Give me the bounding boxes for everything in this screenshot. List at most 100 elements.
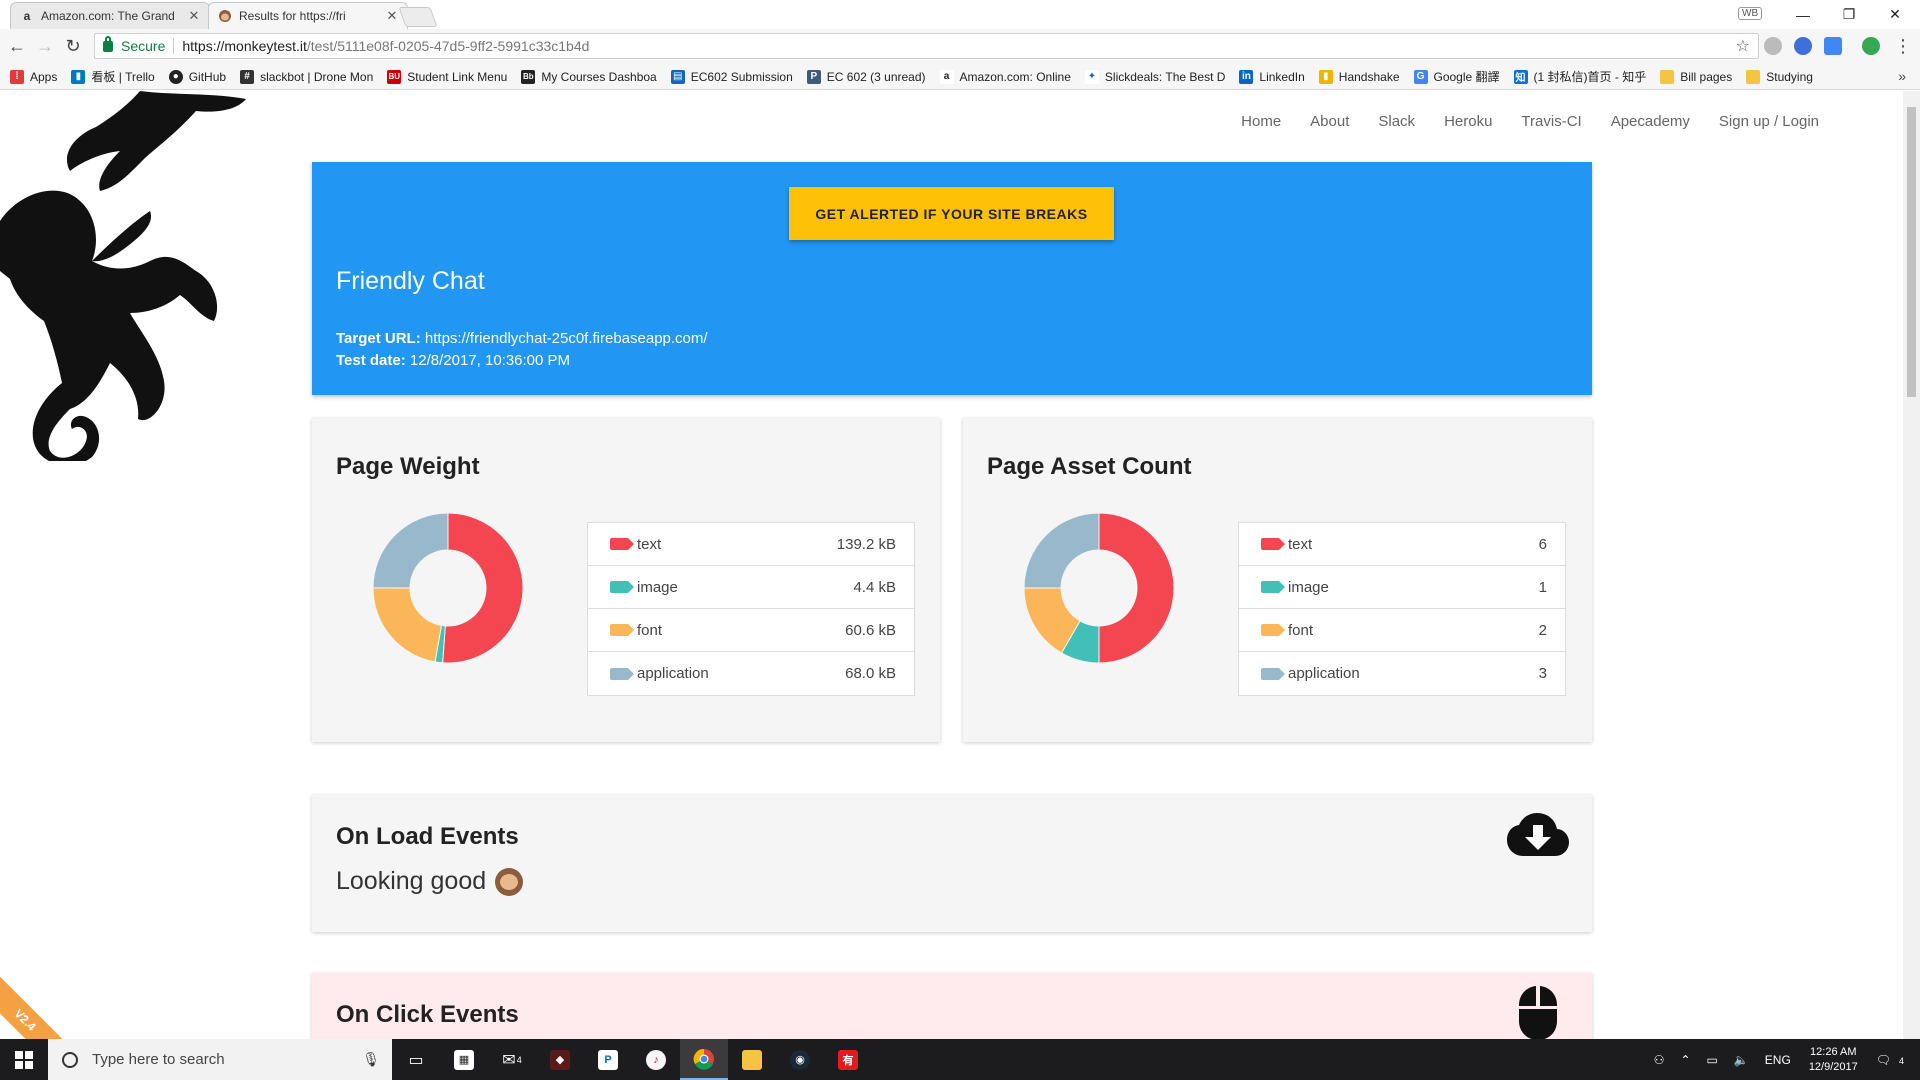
- chevron-more-icon[interactable]: »: [1898, 68, 1906, 84]
- shield-extension-icon[interactable]: [1862, 37, 1880, 55]
- legend-label: image: [1288, 578, 1329, 596]
- file-explorer-icon[interactable]: [728, 1039, 776, 1080]
- bookmark-bill-pages[interactable]: Bill pages: [1660, 69, 1732, 84]
- bookmark-handshake[interactable]: ▮ Handshake: [1318, 69, 1400, 84]
- nav-about[interactable]: About: [1310, 113, 1349, 130]
- store-icon[interactable]: ▦: [440, 1039, 488, 1080]
- clock[interactable]: 12:26 AM 12/9/2017: [1809, 1045, 1858, 1075]
- amazon-icon: a: [939, 69, 954, 84]
- profile-badge[interactable]: WB: [1738, 7, 1763, 20]
- bookmark-amazon[interactable]: a Amazon.com: Online: [939, 69, 1071, 84]
- people-icon[interactable]: ⚇: [1654, 1053, 1665, 1067]
- donut-slice-font[interactable]: [373, 587, 443, 663]
- new-tab-button[interactable]: [398, 7, 438, 27]
- itunes-icon[interactable]: ♪: [632, 1039, 680, 1080]
- microphone-icon[interactable]: 🎙: [362, 1051, 380, 1068]
- test-meta: Target URL: https://friendlychat-25c0f.f…: [336, 328, 708, 372]
- target-url-value[interactable]: https://friendlychat-25c0f.firebaseapp.c…: [425, 330, 708, 347]
- nav-heroku[interactable]: Heroku: [1444, 113, 1492, 130]
- menu-kebab-icon[interactable]: ⋮: [1892, 35, 1914, 57]
- chrome-icon[interactable]: [680, 1039, 728, 1080]
- clock-date: 12/9/2017: [1808, 1060, 1858, 1073]
- bookmark-github[interactable]: ● GitHub: [168, 69, 226, 84]
- monkey-logo-icon[interactable]: [0, 91, 250, 461]
- bookmark-trello[interactable]: ▮ 看板 | Trello: [71, 68, 155, 85]
- bookmark-label: slackbot | Drone Mon: [260, 69, 374, 84]
- netease-icon[interactable]: 有: [824, 1039, 872, 1080]
- nav-slack[interactable]: Slack: [1378, 113, 1415, 130]
- card-title: Page Weight: [336, 453, 480, 480]
- windows-start-icon[interactable]: [0, 1039, 48, 1080]
- close-window-button[interactable]: ✕: [1872, 0, 1918, 29]
- tab-strip: a Amazon.com: The Grand ✕ Results for ht…: [0, 0, 1920, 29]
- mail-icon[interactable]: ✉ 4: [488, 1039, 536, 1080]
- address-bar[interactable]: Secure https://monkeytest.it/test/5111e0…: [94, 33, 1759, 59]
- nav-signup-login[interactable]: Sign up / Login: [1719, 113, 1819, 130]
- bookmark-label: Google 翻譯: [1433, 70, 1500, 84]
- nav-apecademy[interactable]: Apecademy: [1611, 113, 1690, 130]
- test-date-value: 12/8/2017, 10:36:00 PM: [409, 352, 571, 369]
- extension-icon[interactable]: [1794, 37, 1812, 55]
- task-view-icon[interactable]: ▭: [392, 1039, 440, 1080]
- test-date-label: Test date:: [336, 352, 406, 369]
- url-text[interactable]: https://monkeytest.it/test/5111e08f-0205…: [182, 38, 589, 54]
- language-indicator[interactable]: ENG: [1765, 1053, 1791, 1067]
- taskbar-search-input[interactable]: Type here to search 🎙: [48, 1039, 392, 1080]
- legend-value: 68.0 kB: [845, 665, 896, 682]
- bookmark-label: 看板 | Trello: [91, 70, 155, 84]
- restore-button[interactable]: ❐: [1826, 0, 1872, 29]
- chevron-up-icon[interactable]: ⌃: [1680, 1053, 1690, 1067]
- bookmark-ec602-piazza[interactable]: P EC 602 (3 unread): [806, 69, 926, 84]
- reload-icon[interactable]: ↻: [62, 35, 84, 57]
- forward-arrow-icon[interactable]: →: [34, 35, 56, 57]
- legend-label: application: [637, 665, 709, 682]
- volume-icon[interactable]: 🔈: [1734, 1053, 1749, 1067]
- legend-row-application: application 68.0 kB: [588, 652, 914, 695]
- nav-home[interactable]: Home: [1241, 113, 1281, 130]
- bookmark-label: (1 封私信)首页 - 知乎: [1533, 70, 1647, 84]
- handshake-icon: ▮: [1318, 69, 1333, 84]
- close-icon[interactable]: ✕: [385, 8, 399, 24]
- cortana-icon: [62, 1051, 78, 1068]
- close-icon[interactable]: ✕: [187, 8, 201, 24]
- bookmark-ec602-submission[interactable]: ▤ EC602 Submission: [670, 69, 793, 84]
- on-load-events-card: On Load Events Looking good: [312, 795, 1592, 932]
- donut-slice-application[interactable]: [373, 513, 449, 589]
- site-nav: Home About Slack Heroku Travis-CI Apecad…: [1212, 113, 1819, 130]
- scrollbar-thumb[interactable]: [1907, 107, 1916, 397]
- tab-monkeytest[interactable]: Results for https://fri ✕: [208, 2, 408, 29]
- game-icon[interactable]: ◆: [536, 1039, 584, 1080]
- network-icon[interactable]: ▭: [1707, 1053, 1718, 1067]
- bookmark-student-link[interactable]: BU Student Link Menu: [387, 69, 507, 84]
- minimize-button[interactable]: —: [1780, 0, 1826, 29]
- bookmark-slackbot[interactable]: # slackbot | Drone Mon: [240, 69, 374, 84]
- page-scrollbar[interactable]: [1903, 91, 1920, 1039]
- translate-extension-icon[interactable]: [1824, 37, 1842, 55]
- extension-icon[interactable]: [1764, 37, 1782, 55]
- steam-icon[interactable]: ◉: [776, 1039, 824, 1080]
- donut-slice-text[interactable]: [442, 513, 523, 663]
- back-arrow-icon[interactable]: ←: [6, 35, 28, 57]
- bookmark-slickdeals[interactable]: ✦ Slickdeals: The Best D: [1084, 69, 1225, 84]
- card-title: On Load Events: [336, 823, 519, 850]
- donut-slice-application[interactable]: [1024, 513, 1100, 589]
- folder-icon: [1660, 69, 1675, 84]
- pandora-icon[interactable]: P: [584, 1039, 632, 1080]
- bookmark-star-icon[interactable]: ☆: [1736, 36, 1750, 56]
- version-ribbon: V2.4: [0, 964, 81, 1039]
- get-alerted-button[interactable]: GET ALERTED IF YOUR SITE BREAKS: [789, 187, 1114, 240]
- bookmark-apps[interactable]: ⁞ Apps: [10, 69, 57, 84]
- bookmark-courses[interactable]: Bb My Courses Dashboa: [521, 69, 657, 84]
- search-placeholder: Type here to search: [92, 1051, 225, 1068]
- donut-slice-text[interactable]: [1098, 513, 1174, 663]
- nav-travis-ci[interactable]: Travis-CI: [1521, 113, 1581, 130]
- tab-amazon[interactable]: a Amazon.com: The Grand ✕: [10, 2, 210, 29]
- bookmark-zhihu[interactable]: 知 (1 封私信)首页 - 知乎: [1513, 68, 1647, 85]
- bookmark-google-translate[interactable]: G Google 翻譯: [1413, 68, 1500, 85]
- tag-icon: [610, 667, 634, 680]
- trello-icon: ▮: [71, 69, 86, 84]
- bookmark-linkedin[interactable]: in LinkedIn: [1239, 69, 1305, 84]
- bookmark-studying[interactable]: Studying: [1746, 69, 1813, 84]
- action-center-icon[interactable]: 🗨 4: [1876, 1053, 1912, 1067]
- piazza-icon: P: [806, 69, 821, 84]
